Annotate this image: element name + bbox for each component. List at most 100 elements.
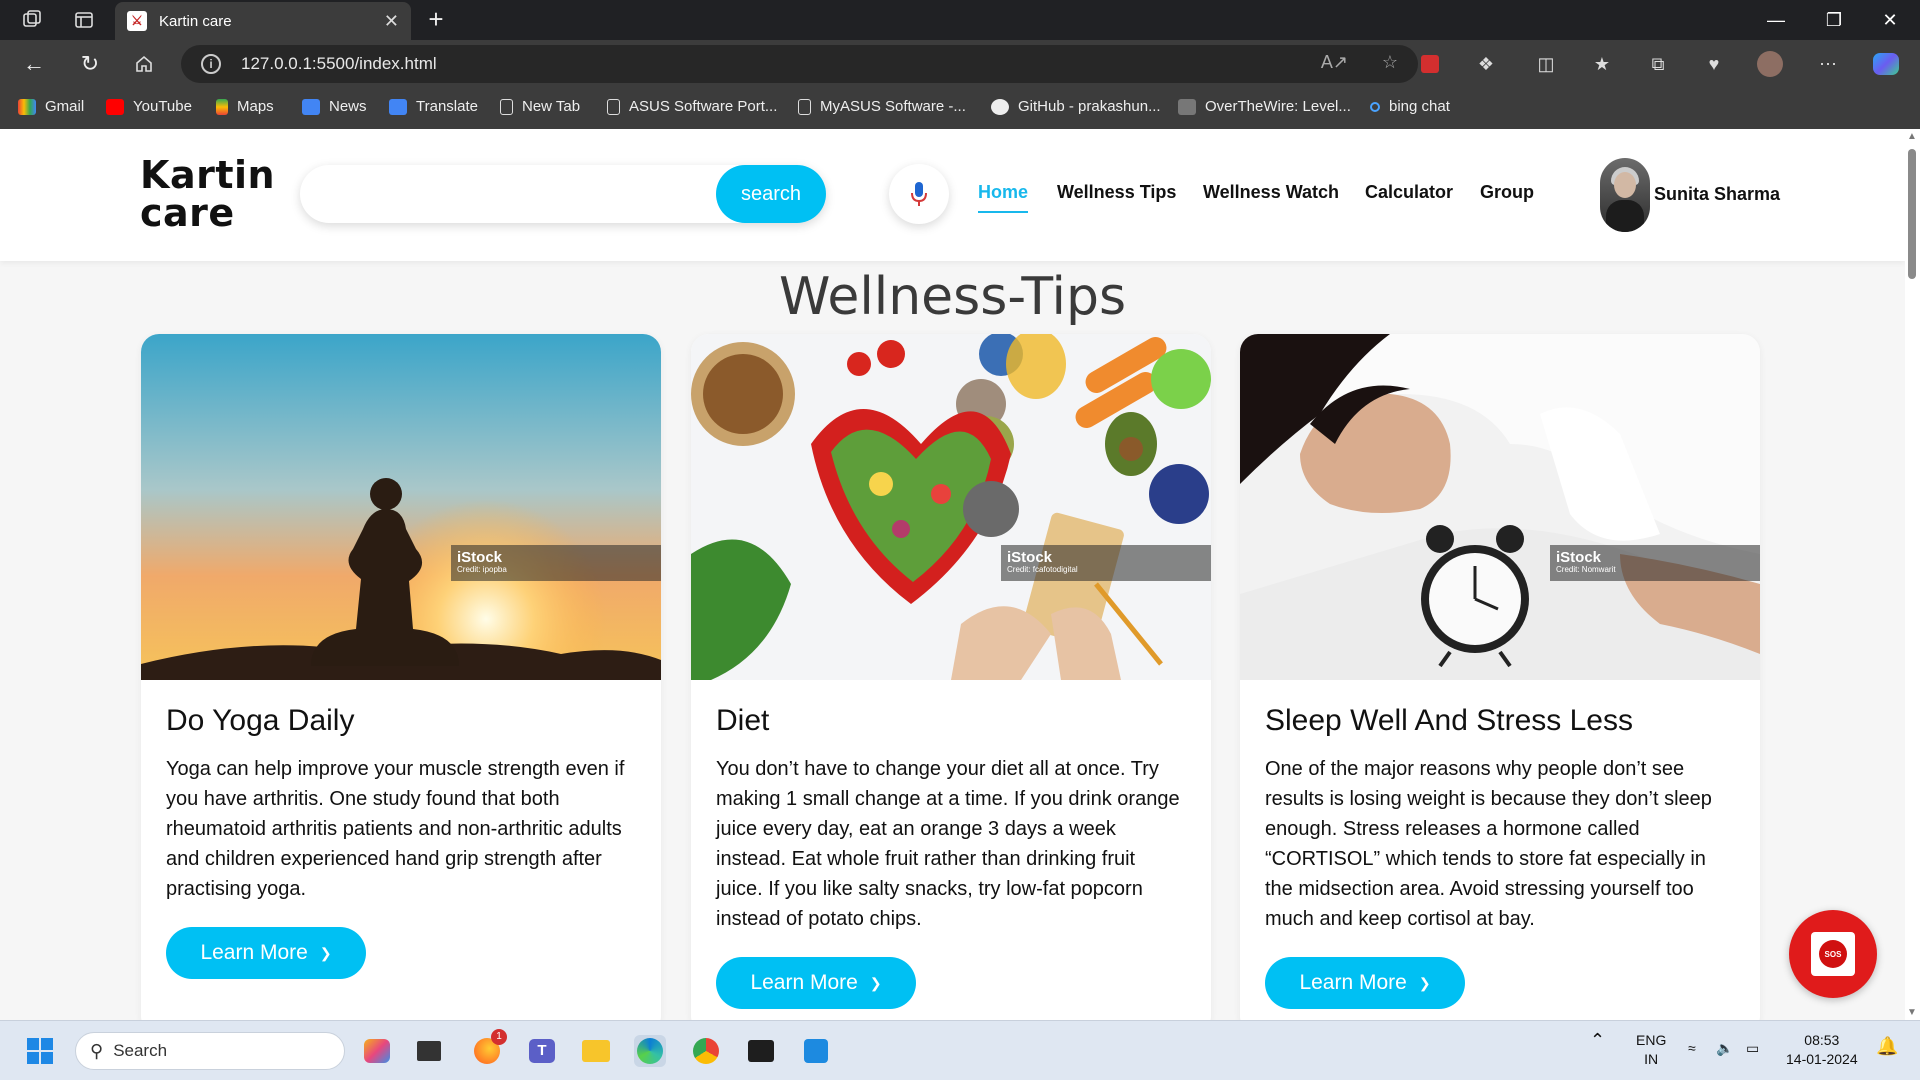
page-icon xyxy=(607,98,620,115)
read-aloud-icon[interactable]: A↗ xyxy=(1321,52,1348,73)
task-view-icon[interactable] xyxy=(413,1035,445,1067)
bookmark-bing-chat[interactable]: bing chat xyxy=(1370,98,1450,115)
taskbar-search[interactable]: ⚲ Search xyxy=(75,1032,345,1070)
show-hidden-icons[interactable]: ⌃ xyxy=(1590,1031,1605,1050)
back-icon[interactable]: ← xyxy=(18,48,50,80)
active-tab[interactable]: ⚔ Kartin care ✕ xyxy=(115,2,411,40)
card-title: Do Yoga Daily xyxy=(166,704,355,737)
close-window-button[interactable]: ✕ xyxy=(1862,4,1918,36)
chevron-right-icon: ❯ xyxy=(869,974,882,991)
wifi-icon[interactable]: ≈ xyxy=(1688,1039,1696,1058)
youtube-icon xyxy=(106,98,124,115)
scroll-up-icon[interactable]: ▲ xyxy=(1907,131,1917,142)
extension-shield-icon[interactable] xyxy=(1416,50,1444,78)
bookmark-gmail[interactable]: Gmail xyxy=(18,98,84,115)
split-screen-icon[interactable]: ◫ xyxy=(1532,50,1560,78)
teams-icon[interactable]: T xyxy=(526,1035,558,1067)
nav-group[interactable]: Group xyxy=(1480,182,1534,203)
file-explorer-icon[interactable] xyxy=(580,1035,612,1067)
browser-essentials-icon[interactable]: ♥ xyxy=(1700,50,1728,78)
terminal-icon[interactable] xyxy=(745,1035,777,1067)
favorite-star-icon[interactable]: ☆ xyxy=(1382,52,1398,73)
chrome-icon[interactable] xyxy=(690,1035,722,1067)
search-icon xyxy=(1370,101,1380,112)
page-scrollbar[interactable]: ▲ ▼ xyxy=(1905,129,1920,1020)
favorites-icon[interactable]: ★ xyxy=(1588,50,1616,78)
scroll-down-icon[interactable]: ▼ xyxy=(1907,1007,1917,1018)
learn-more-button[interactable]: Learn More ❯ xyxy=(166,927,366,979)
yoga-sunset-image: iStock Credit: ipopba xyxy=(141,334,661,680)
close-tab-icon[interactable]: ✕ xyxy=(384,11,399,32)
nav-wellness-tips[interactable]: Wellness Tips xyxy=(1057,182,1176,203)
card-text: Yoga can help improve your muscle streng… xyxy=(166,758,625,900)
chevron-right-icon: ❯ xyxy=(1418,974,1431,991)
home-icon[interactable] xyxy=(128,48,160,80)
nav-calculator[interactable]: Calculator xyxy=(1365,182,1453,203)
search-button[interactable]: search xyxy=(716,165,826,223)
extensions-puzzle-icon[interactable]: ❖ xyxy=(1472,50,1500,78)
site-header: Kartin care search Home Wellness Tips We… xyxy=(0,129,1905,261)
maximize-button[interactable]: ❐ xyxy=(1806,4,1862,36)
search-input[interactable] xyxy=(320,175,710,213)
bookmark-myasus[interactable]: MyASUS Software -... xyxy=(798,98,966,115)
user-name[interactable]: Sunita Sharma xyxy=(1654,184,1780,205)
page-icon xyxy=(500,98,513,115)
maps-icon xyxy=(216,98,228,115)
bookmark-youtube[interactable]: YouTube xyxy=(106,98,192,115)
microphone-icon xyxy=(911,182,927,206)
sos-icon: SOS xyxy=(1819,940,1847,968)
battery-icon[interactable]: ▭ xyxy=(1746,1039,1759,1058)
start-windows-icon[interactable] xyxy=(24,1035,56,1067)
learn-more-button[interactable]: Learn More ❯ xyxy=(716,957,916,1009)
sos-button[interactable]: SOS xyxy=(1789,910,1877,998)
more-menu-icon[interactable]: ⋯ xyxy=(1814,50,1842,78)
refresh-icon[interactable]: ↻ xyxy=(74,48,106,80)
site-logo[interactable]: Kartin care xyxy=(140,156,275,232)
tip-card-diet: iStock Credit: fcafotodigital Diet You do… xyxy=(691,334,1211,1020)
bookmark-overthewire[interactable]: OverTheWire: Level... xyxy=(1178,98,1351,115)
bookmark-translate[interactable]: Translate xyxy=(389,98,478,115)
copilot-icon[interactable] xyxy=(1872,50,1900,78)
copilot-taskbar-icon[interactable] xyxy=(361,1035,393,1067)
workspaces-icon[interactable] xyxy=(18,6,46,34)
edge-icon[interactable] xyxy=(634,1035,666,1067)
firefox-icon[interactable]: 1 xyxy=(471,1029,507,1067)
new-tab-button[interactable]: + xyxy=(420,4,452,35)
tip-card-sleep: iStock Credit: Nomwarit Sleep Well And St… xyxy=(1240,334,1760,1020)
github-icon xyxy=(991,98,1009,115)
bookmark-news[interactable]: News xyxy=(302,98,367,115)
user-avatar[interactable] xyxy=(1600,158,1650,232)
section-title: Wellness-Tips xyxy=(778,267,1127,327)
tab-actions-icon[interactable] xyxy=(70,6,98,34)
collections-icon[interactable]: ⧉ xyxy=(1644,50,1672,78)
learn-more-button[interactable]: Learn More ❯ xyxy=(1265,957,1465,1009)
nav-wellness-watch[interactable]: Wellness Watch xyxy=(1203,182,1339,203)
nav-home[interactable]: Home xyxy=(978,182,1029,213)
bookmark-maps[interactable]: Maps xyxy=(216,98,274,115)
address-bar-row: ← ↻ i 127.0.0.1:5500/index.html A↗ ☆ ❖ ◫… xyxy=(0,40,1920,87)
scroll-thumb[interactable] xyxy=(1908,149,1916,279)
bookmark-asus-portal[interactable]: ASUS Software Port... xyxy=(607,98,777,115)
bookmark-new-tab[interactable]: New Tab xyxy=(500,98,580,115)
bookmark-github[interactable]: GitHub - prakashun... xyxy=(991,98,1161,115)
url-field[interactable]: i 127.0.0.1:5500/index.html A↗ ☆ xyxy=(181,45,1418,83)
profile-avatar-icon[interactable] xyxy=(1756,50,1784,78)
volume-icon[interactable]: 🔈 xyxy=(1716,1039,1733,1058)
tip-card-yoga: iStock Credit: ipopba Do Yoga Daily Yoga … xyxy=(141,334,661,1020)
site-favicon-icon: ⚔ xyxy=(127,11,147,31)
browser-tab-bar: ⚔ Kartin care ✕ + — ❐ ✕ xyxy=(0,0,1920,40)
clock[interactable]: 08:53 14-01-2024 xyxy=(1786,1031,1858,1069)
site-info-icon[interactable]: i xyxy=(201,54,221,74)
voice-search-button[interactable] xyxy=(889,164,949,224)
card-title: Sleep Well And Stress Less xyxy=(1265,704,1633,737)
minimize-button[interactable]: — xyxy=(1748,4,1804,36)
web-page: Kartin care search Home Wellness Tips We… xyxy=(0,129,1905,1020)
vscode-icon[interactable] xyxy=(800,1035,832,1067)
language-indicator[interactable]: ENG IN xyxy=(1636,1031,1666,1069)
notification-bell-icon[interactable]: 🔔 xyxy=(1876,1037,1898,1056)
url-text: 127.0.0.1:5500/index.html xyxy=(241,54,437,73)
notification-badge: 1 xyxy=(491,1029,507,1045)
tab-title: Kartin care xyxy=(159,12,232,30)
gmail-icon xyxy=(18,98,36,115)
translate-icon xyxy=(389,98,407,115)
